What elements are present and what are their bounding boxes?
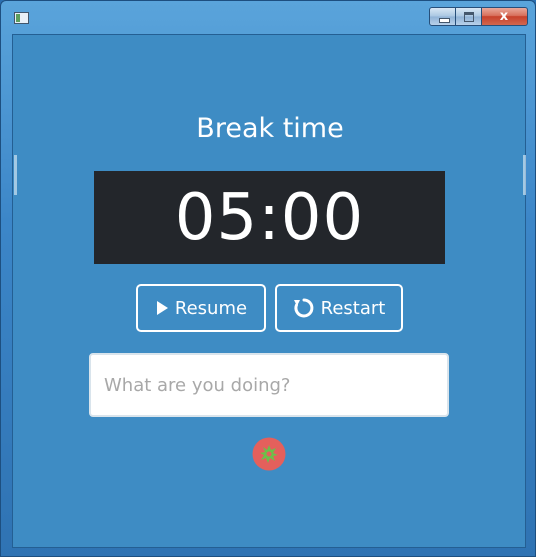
resume-button[interactable]: Resume bbox=[136, 284, 266, 332]
timer-display: 05:00 bbox=[174, 180, 365, 255]
close-icon: x bbox=[499, 9, 509, 24]
window-controls: x bbox=[429, 7, 528, 27]
tomato-icon[interactable] bbox=[252, 437, 286, 471]
close-button[interactable]: x bbox=[482, 7, 528, 26]
timer-panel: 05:00 bbox=[94, 171, 445, 264]
left-edge-highlight bbox=[14, 155, 17, 195]
restart-icon bbox=[293, 298, 313, 318]
resume-label: Resume bbox=[174, 297, 248, 319]
mode-title: Break time bbox=[196, 113, 344, 144]
restart-button[interactable]: Restart bbox=[275, 284, 403, 332]
maximize-button[interactable] bbox=[456, 7, 482, 26]
play-icon bbox=[156, 301, 168, 315]
restart-label: Restart bbox=[320, 297, 386, 319]
right-edge-highlight bbox=[523, 155, 526, 195]
app-window: x Break time 05:00 Resume Restart bbox=[0, 0, 536, 557]
app-content: Break time 05:00 Resume Restart bbox=[12, 34, 526, 548]
task-input[interactable] bbox=[89, 353, 449, 417]
minimize-button[interactable] bbox=[429, 7, 456, 26]
app-window-icon bbox=[14, 12, 29, 24]
title-bar[interactable]: x bbox=[1, 1, 536, 33]
